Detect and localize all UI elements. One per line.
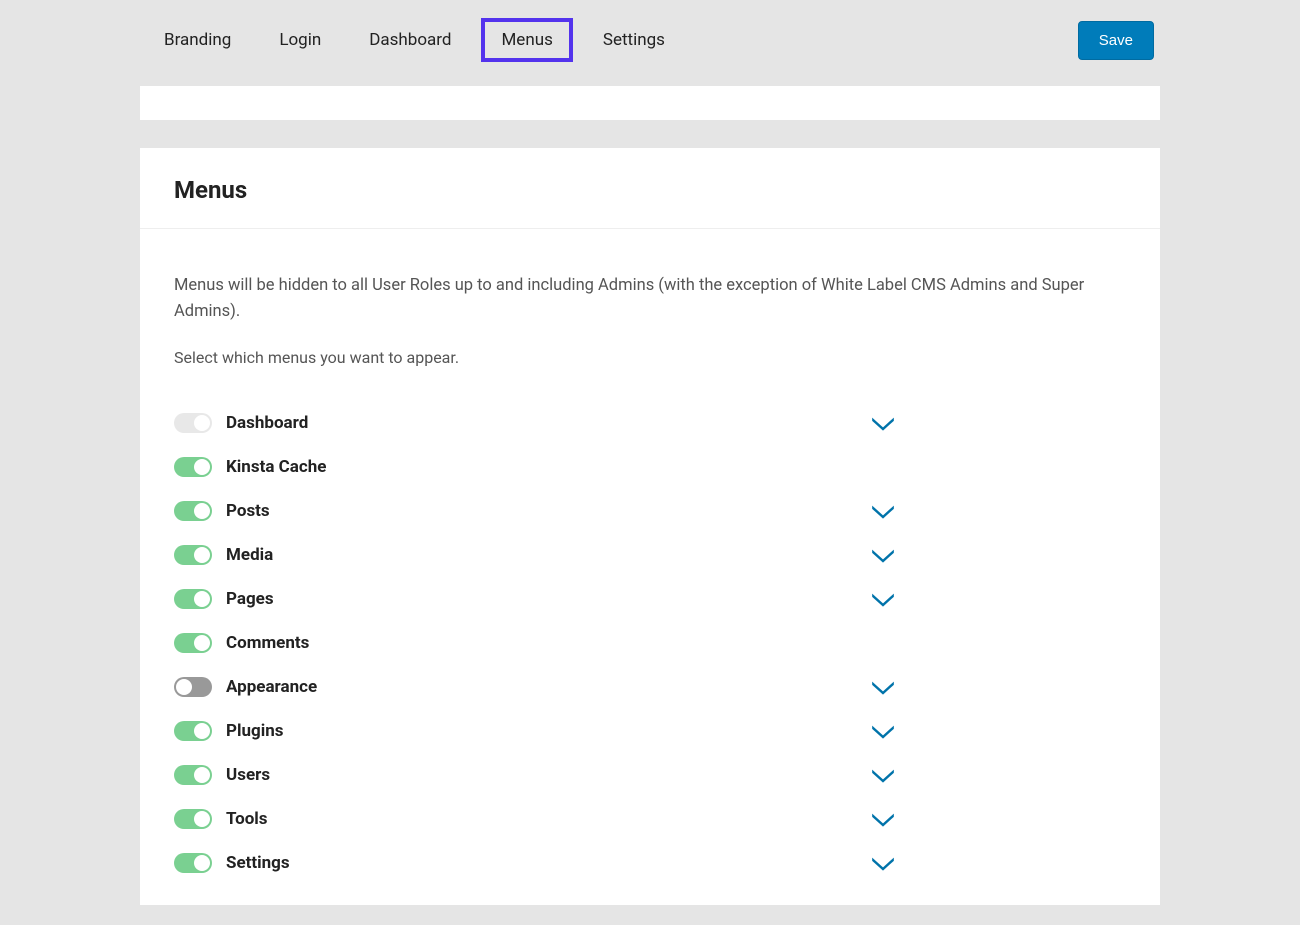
menu-item-left: Media (174, 545, 273, 565)
menu-item-left: Posts (174, 501, 270, 521)
menu-toggle[interactable] (174, 457, 212, 477)
menu-toggle[interactable] (174, 633, 212, 653)
menu-item: Comments (174, 621, 1126, 665)
menus-panel: Menus Menus will be hidden to all User R… (140, 148, 1160, 905)
menu-toggle[interactable] (174, 677, 212, 697)
menu-item-left: Tools (174, 809, 268, 829)
panel-title: Menus (174, 176, 1126, 204)
tab-bar: Branding Login Dashboard Menus Settings (0, 18, 683, 62)
menu-item-label: Settings (226, 853, 290, 873)
menu-item-label: Kinsta Cache (226, 457, 326, 477)
tab-branding[interactable]: Branding (146, 18, 249, 62)
menu-item: Pages (174, 577, 1126, 621)
menu-toggle[interactable] (174, 413, 212, 433)
menu-item-left: Appearance (174, 677, 317, 697)
save-button[interactable]: Save (1078, 21, 1154, 60)
menu-item: Media (174, 533, 1126, 577)
menu-item-label: Tools (226, 809, 268, 829)
menu-item-label: Users (226, 765, 270, 785)
menu-item-left: Plugins (174, 721, 283, 741)
menu-item: Tools (174, 797, 1126, 841)
chevron-down-icon[interactable] (870, 853, 896, 873)
menu-item-left: Users (174, 765, 270, 785)
tab-login[interactable]: Login (261, 18, 339, 62)
menu-item-left: Kinsta Cache (174, 457, 326, 477)
menu-toggle[interactable] (174, 589, 212, 609)
menu-item-label: Media (226, 545, 273, 565)
menu-item-left: Dashboard (174, 413, 308, 433)
menu-list: Dashboard Kinsta Cache Posts Media Pages Comm… (174, 401, 1126, 885)
menu-item: Dashboard (174, 401, 1126, 445)
chevron-down-icon[interactable] (870, 589, 896, 609)
chevron-down-icon[interactable] (870, 545, 896, 565)
chevron-down-icon[interactable] (870, 721, 896, 741)
menu-item-left: Pages (174, 589, 274, 609)
menu-item: Settings (174, 841, 1126, 885)
menu-item-label: Pages (226, 589, 274, 609)
menu-item-label: Appearance (226, 677, 317, 697)
menu-item: Plugins (174, 709, 1126, 753)
menu-item-label: Dashboard (226, 413, 308, 433)
menu-item: Posts (174, 489, 1126, 533)
panel-header: Menus (140, 148, 1160, 229)
menu-toggle[interactable] (174, 501, 212, 521)
spacer-panel (140, 86, 1160, 120)
tab-menus[interactable]: Menus (481, 18, 572, 62)
panel-body: Menus will be hidden to all User Roles u… (140, 229, 1160, 905)
menu-item: Kinsta Cache (174, 445, 1126, 489)
menu-item: Users (174, 753, 1126, 797)
chevron-down-icon[interactable] (870, 677, 896, 697)
tab-dashboard[interactable]: Dashboard (351, 18, 469, 62)
chevron-down-icon[interactable] (870, 809, 896, 829)
menu-toggle[interactable] (174, 853, 212, 873)
menu-toggle[interactable] (174, 809, 212, 829)
top-nav: Branding Login Dashboard Menus Settings … (0, 0, 1300, 86)
menu-item-label: Posts (226, 501, 270, 521)
panel-description-2: Select which menus you want to appear. (174, 348, 1126, 367)
main-content: Menus Menus will be hidden to all User R… (140, 86, 1160, 905)
menu-item-label: Plugins (226, 721, 283, 741)
menu-toggle[interactable] (174, 721, 212, 741)
menu-item-left: Comments (174, 633, 309, 653)
tab-settings[interactable]: Settings (585, 18, 683, 62)
chevron-down-icon[interactable] (870, 765, 896, 785)
menu-toggle[interactable] (174, 765, 212, 785)
chevron-down-icon[interactable] (870, 413, 896, 433)
chevron-down-icon[interactable] (870, 501, 896, 521)
panel-description-1: Menus will be hidden to all User Roles u… (174, 273, 1126, 326)
menu-toggle[interactable] (174, 545, 212, 565)
menu-item-left: Settings (174, 853, 290, 873)
menu-item: Appearance (174, 665, 1126, 709)
menu-item-label: Comments (226, 633, 309, 653)
